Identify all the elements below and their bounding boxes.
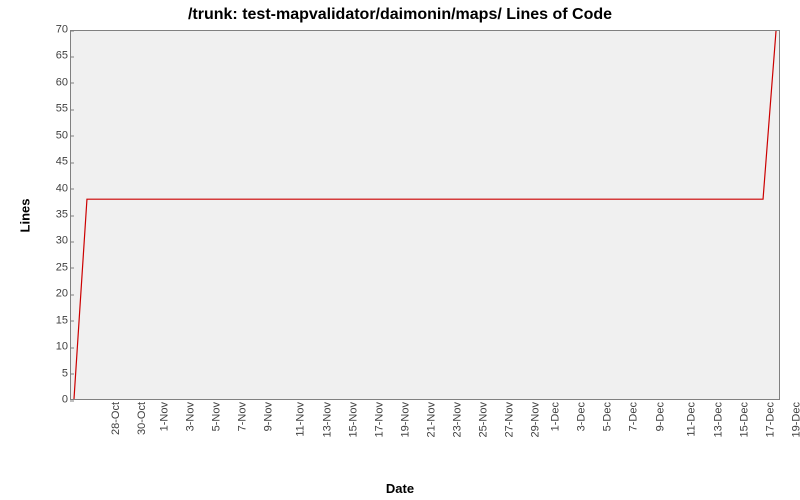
y-tick: 70: [34, 25, 68, 36]
y-tick: 45: [34, 157, 68, 168]
x-tick: 28-Oct: [111, 402, 122, 435]
x-tick: 29-Nov: [531, 402, 542, 437]
chart-title: /trunk: test-mapvalidator/daimonin/maps/…: [0, 6, 800, 24]
plot-area: [70, 30, 780, 400]
x-tick: 15-Nov: [348, 402, 359, 437]
x-tick: 25-Nov: [479, 402, 490, 437]
x-tick: 3-Dec: [577, 402, 588, 431]
x-tick: 15-Dec: [739, 402, 750, 437]
x-tick: 7-Dec: [629, 402, 640, 431]
x-tick: 17-Dec: [765, 402, 776, 437]
y-tick: 20: [34, 289, 68, 300]
x-tick: 11-Dec: [686, 402, 697, 437]
y-tick: 35: [34, 210, 68, 221]
x-tick: 1-Nov: [159, 402, 170, 431]
y-tick: 25: [34, 262, 68, 273]
x-tick: 13-Dec: [713, 402, 724, 437]
x-tick: 5-Nov: [212, 402, 223, 431]
y-axis-label-text: Lines: [18, 198, 33, 232]
y-tick: 40: [34, 183, 68, 194]
x-tick: 30-Oct: [137, 402, 148, 435]
y-tick: 0: [34, 395, 68, 406]
y-tick: 30: [34, 236, 68, 247]
x-tick: 19-Nov: [400, 402, 411, 437]
x-tick: 1-Dec: [551, 402, 562, 431]
y-tick: 55: [34, 104, 68, 115]
data-line: [74, 31, 776, 399]
y-tick: 5: [34, 368, 68, 379]
y-tick: 10: [34, 342, 68, 353]
x-axis-label: Date: [0, 481, 800, 496]
x-tick: 23-Nov: [452, 402, 463, 437]
y-tick: 50: [34, 130, 68, 141]
line-svg: [71, 31, 779, 399]
x-tick: 7-Nov: [238, 402, 249, 431]
x-tick: 5-Dec: [603, 402, 614, 431]
x-tick: 17-Nov: [374, 402, 385, 437]
x-tick: 11-Nov: [295, 402, 306, 437]
x-tick: 19-Dec: [791, 402, 800, 437]
x-tick: 27-Nov: [505, 402, 516, 437]
x-tick: 9-Nov: [264, 402, 275, 431]
y-tick: 65: [34, 51, 68, 62]
y-tick: 15: [34, 315, 68, 326]
x-tick: 3-Nov: [186, 402, 197, 431]
x-tick: 13-Nov: [322, 402, 333, 437]
loc-chart: /trunk: test-mapvalidator/daimonin/maps/…: [0, 0, 800, 500]
x-tick: 9-Dec: [655, 402, 666, 431]
y-tick: 60: [34, 77, 68, 88]
x-tick: 21-Nov: [426, 402, 437, 437]
